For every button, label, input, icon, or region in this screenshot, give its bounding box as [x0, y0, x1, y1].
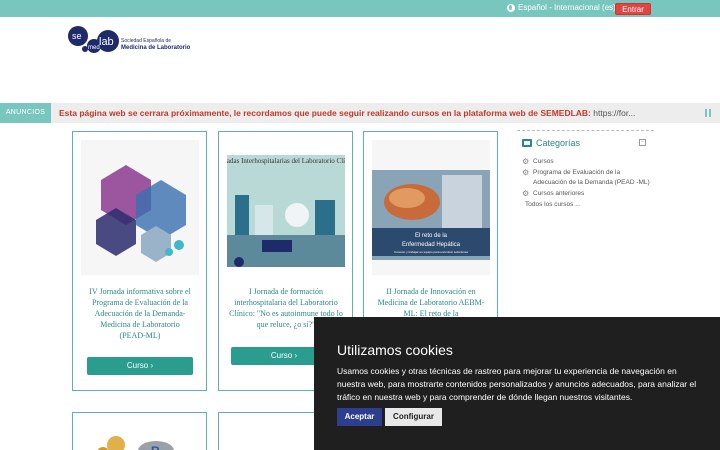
announcement-text: Esta página web se cerrara próximamente,…: [59, 103, 635, 123]
cookie-title: Utilizamos cookies: [337, 342, 453, 358]
course-card[interactable]: IV Jornada informativa sobre el Programa…: [72, 131, 207, 391]
category-item[interactable]: ⚙ Programa de Evaluación de la Adecuació…: [517, 168, 654, 188]
logo-lab: lab: [99, 36, 114, 48]
categories-block: Categorías − ⚙ Cursos ⚙ Programa de Eval…: [517, 130, 654, 208]
course-card[interactable]: R: [72, 412, 207, 450]
gears-icon: ⚙: [522, 157, 530, 166]
logo-line2: Medicina de Laboratorio: [121, 45, 191, 51]
image-caption-1: El reto de la: [415, 233, 448, 239]
svg-text:R: R: [151, 444, 160, 450]
block-divider: [517, 130, 654, 131]
site-logo[interactable]: se med lab Sociedad Española de Medicina…: [67, 25, 207, 57]
categories-title: Categorías: [536, 138, 581, 148]
course-image: R: [81, 421, 199, 450]
image-caption-3: Conocer y trabajar en equipo para encont…: [394, 250, 469, 254]
configure-cookies-button[interactable]: Configurar: [385, 408, 442, 426]
course-button[interactable]: Curso ›: [87, 357, 193, 375]
collapse-icon[interactable]: −: [639, 139, 646, 146]
course-image: [81, 140, 199, 275]
course-title[interactable]: IV Jornada informativa sobre el Programa…: [87, 286, 193, 341]
language-selector[interactable]: Español - Internacional (es): [507, 3, 616, 12]
category-item[interactable]: ⚙ Cursos anteriores: [517, 189, 654, 199]
category-item[interactable]: ⚙ Cursos: [517, 157, 654, 167]
category-label: Cursos: [533, 158, 554, 165]
announcement-message: Esta página web se cerrara próximamente,…: [59, 108, 594, 118]
all-courses-link[interactable]: Todos los cursos ...: [525, 201, 654, 208]
gears-icon: ⚙: [522, 168, 530, 177]
categories-list: ⚙ Cursos ⚙ Programa de Evaluación de la …: [517, 157, 654, 199]
accept-cookies-button[interactable]: Aceptar: [337, 408, 382, 426]
image-heading: Jornadas Interhospitalarias del Laborato…: [227, 157, 345, 165]
gears-icon: ⚙: [522, 189, 530, 198]
categories-header: Categorías −: [517, 137, 654, 149]
logo-se: se: [72, 31, 82, 41]
announcement-bar: ANUNCIOS Esta página web se cerrara próx…: [0, 103, 720, 123]
category-label: Programa de Evaluación de la Adecuación …: [533, 169, 650, 186]
course-title[interactable]: II Jornada de Innovación en Medicina de …: [376, 286, 486, 319]
language-label: Español - Internacional (es): [518, 3, 616, 12]
login-button[interactable]: Entrar: [615, 3, 651, 15]
cookie-banner: Utilizamos cookies Usamos cookies y otra…: [314, 317, 720, 450]
announcement-label: ANUNCIOS: [0, 103, 51, 123]
course-image: Jornadas Interhospitalarias del Laborato…: [227, 140, 345, 275]
monitor-icon: [522, 139, 532, 147]
globe-icon: [507, 3, 515, 12]
cookie-text: Usamos cookies y otras técnicas de rastr…: [337, 366, 697, 402]
top-bar: Español - Internacional (es) Entrar: [0, 0, 720, 17]
logo-line1: Sociedad Española de: [121, 38, 171, 44]
course-image: El reto de la Enfermedad Hepática Conoce…: [372, 140, 490, 275]
pause-icon[interactable]: [705, 109, 712, 117]
category-label: Cursos anteriores: [533, 190, 585, 197]
image-caption-2: Enfermedad Hepática: [402, 242, 461, 248]
announcement-link[interactable]: https://for...: [593, 108, 635, 118]
logo-med: med: [88, 45, 100, 51]
